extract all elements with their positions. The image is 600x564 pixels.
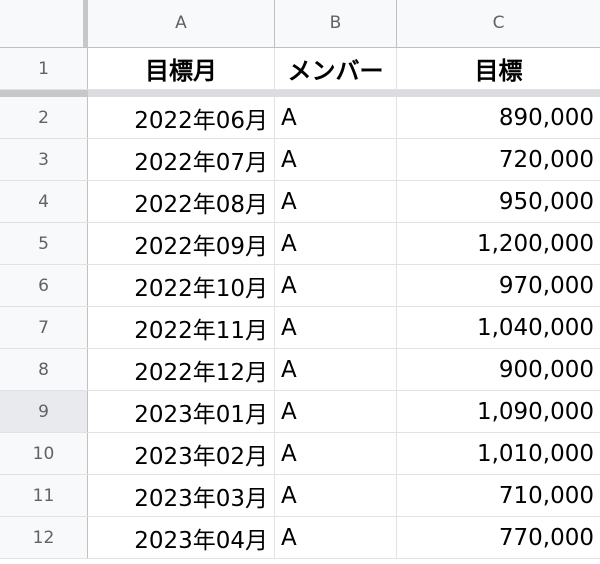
cell-member[interactable]: A xyxy=(275,307,397,348)
column-header-c[interactable]: C xyxy=(397,0,600,47)
spreadsheet-grid: A B C 1 目標月 メンバー 目標 2 2022年06月 A 890,000 3 20… xyxy=(0,0,600,564)
row-number[interactable]: 12 xyxy=(0,517,88,558)
row-number[interactable]: 3 xyxy=(0,139,88,180)
row-number[interactable]: 11 xyxy=(0,475,88,516)
table-row: 3 2022年07月 A 720,000 xyxy=(0,139,600,181)
table-row: 6 2022年10月 A 970,000 xyxy=(0,265,600,307)
cell-member[interactable]: A xyxy=(275,349,397,390)
header-cell-target-month[interactable]: 目標月 xyxy=(88,48,275,89)
cell-target[interactable]: 770,000 xyxy=(397,517,600,558)
cell-member[interactable]: A xyxy=(275,391,397,432)
table-row: 5 2022年09月 A 1,200,000 xyxy=(0,223,600,265)
select-all-corner[interactable] xyxy=(0,0,88,47)
cell-target[interactable]: 970,000 xyxy=(397,265,600,306)
row-number[interactable]: 10 xyxy=(0,433,88,474)
frozen-row-divider[interactable] xyxy=(0,90,600,97)
row-number[interactable]: 9 xyxy=(0,391,88,432)
cell-target-month[interactable]: 2022年09月 xyxy=(88,223,275,264)
cell-target-month[interactable]: 2022年08月 xyxy=(88,181,275,222)
cell-target-month[interactable]: 2023年01月 xyxy=(88,391,275,432)
cell-member[interactable]: A xyxy=(275,139,397,180)
row-number[interactable]: 8 xyxy=(0,349,88,390)
cell-target[interactable]: 1,200,000 xyxy=(397,223,600,264)
table-row: 9 2023年01月 A 1,090,000 xyxy=(0,391,600,433)
cell-target-month[interactable]: 2022年11月 xyxy=(88,307,275,348)
row-number[interactable]: 2 xyxy=(0,97,88,138)
cell-target-month[interactable]: 2022年10月 xyxy=(88,265,275,306)
header-cell-member[interactable]: メンバー xyxy=(275,48,397,89)
column-header-b[interactable]: B xyxy=(275,0,397,47)
row-number[interactable]: 6 xyxy=(0,265,88,306)
cell-member[interactable]: A xyxy=(275,517,397,558)
row-number[interactable]: 1 xyxy=(0,48,88,89)
cell-target-month[interactable]: 2022年12月 xyxy=(88,349,275,390)
cell-member[interactable]: A xyxy=(275,475,397,516)
cell-target[interactable]: 890,000 xyxy=(397,97,600,138)
column-header-row: A B C xyxy=(0,0,600,48)
row-number[interactable]: 5 xyxy=(0,223,88,264)
cell-target[interactable]: 900,000 xyxy=(397,349,600,390)
table-row: 2 2022年06月 A 890,000 xyxy=(0,97,600,139)
table-row-header: 1 目標月 メンバー 目標 xyxy=(0,48,600,90)
column-header-a[interactable]: A xyxy=(88,0,275,47)
table-row: 4 2022年08月 A 950,000 xyxy=(0,181,600,223)
cell-target-month[interactable]: 2023年03月 xyxy=(88,475,275,516)
table-row: 11 2023年03月 A 710,000 xyxy=(0,475,600,517)
cell-target-month[interactable]: 2022年07月 xyxy=(88,139,275,180)
table-row: 8 2022年12月 A 900,000 xyxy=(0,349,600,391)
cell-member[interactable]: A xyxy=(275,265,397,306)
table-row: 12 2023年04月 A 770,000 xyxy=(0,517,600,559)
cell-target-month[interactable]: 2023年02月 xyxy=(88,433,275,474)
cell-target-month[interactable]: 2023年04月 xyxy=(88,517,275,558)
row-number[interactable]: 4 xyxy=(0,181,88,222)
table-row: 10 2023年02月 A 1,010,000 xyxy=(0,433,600,475)
cell-target[interactable]: 1,040,000 xyxy=(397,307,600,348)
cell-target[interactable]: 710,000 xyxy=(397,475,600,516)
table-row: 7 2022年11月 A 1,040,000 xyxy=(0,307,600,349)
cell-member[interactable]: A xyxy=(275,97,397,138)
header-cell-target[interactable]: 目標 xyxy=(397,48,600,89)
cell-target[interactable]: 950,000 xyxy=(397,181,600,222)
cell-target[interactable]: 720,000 xyxy=(397,139,600,180)
cell-member[interactable]: A xyxy=(275,433,397,474)
cell-member[interactable]: A xyxy=(275,181,397,222)
cell-member[interactable]: A xyxy=(275,223,397,264)
row-number[interactable]: 7 xyxy=(0,307,88,348)
cell-target-month[interactable]: 2022年06月 xyxy=(88,97,275,138)
cell-target[interactable]: 1,010,000 xyxy=(397,433,600,474)
cell-target[interactable]: 1,090,000 xyxy=(397,391,600,432)
